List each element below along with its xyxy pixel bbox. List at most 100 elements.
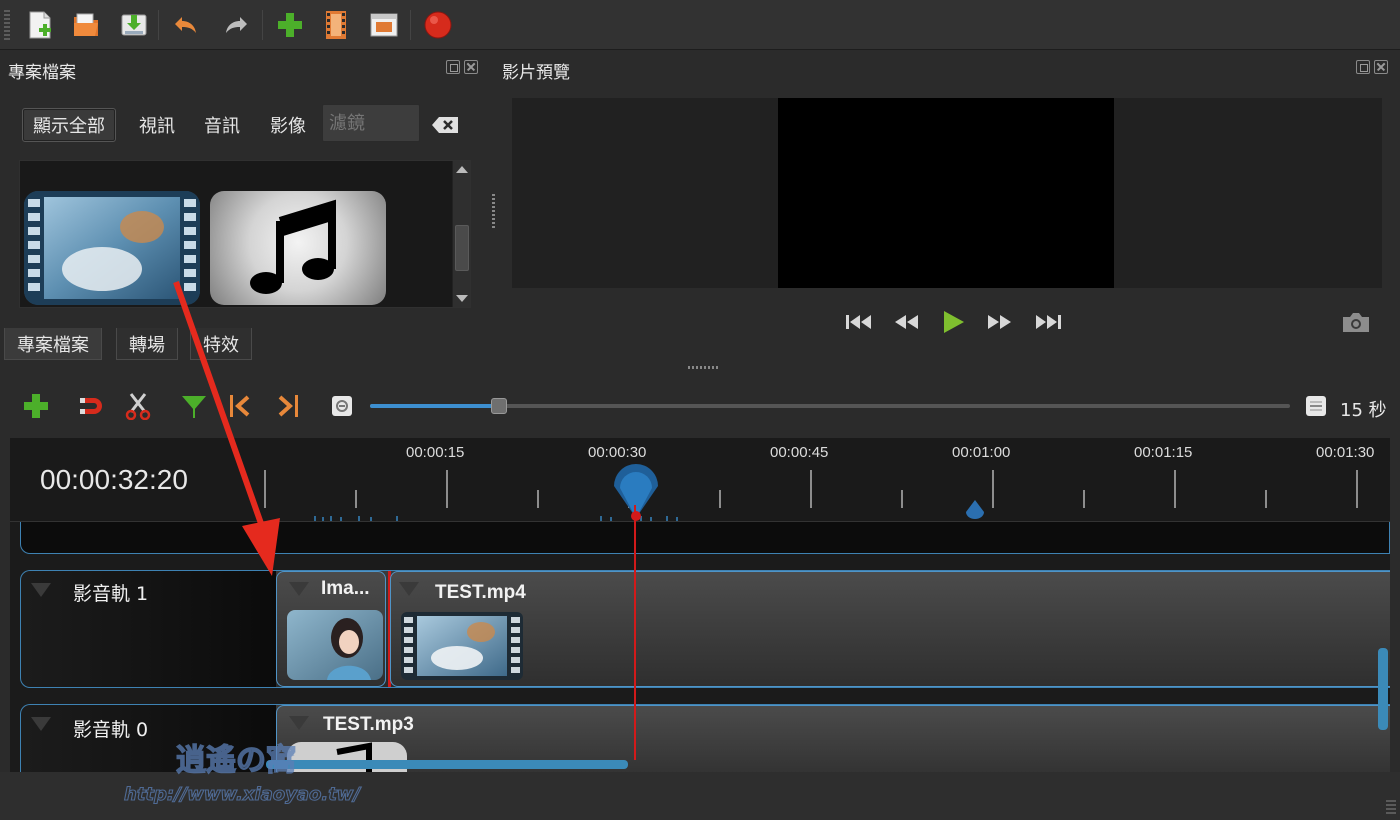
ruler-label: 00:01:15 xyxy=(1134,444,1193,461)
fullscreen-icon[interactable] xyxy=(368,9,400,41)
jump-to-start-icon[interactable] xyxy=(843,306,875,338)
ruler-tick xyxy=(992,470,994,508)
timeline-clip[interactable]: Ima... xyxy=(276,571,386,687)
toolbar-separator xyxy=(262,10,263,40)
filter-search-input[interactable] xyxy=(322,104,420,142)
video-preview-title: 影片預覽 xyxy=(502,63,570,83)
clip-menu-triangle-icon[interactable] xyxy=(289,582,309,596)
filter-video-button[interactable]: 視訊 xyxy=(129,108,185,142)
marker-icon[interactable] xyxy=(964,500,986,520)
zoom-slider-handle[interactable] xyxy=(490,398,507,414)
video-preview-area xyxy=(512,98,1382,288)
zoom-slider-track[interactable] xyxy=(370,404,1290,408)
scroll-down-arrow-icon[interactable] xyxy=(456,295,468,302)
rewind-icon[interactable] xyxy=(890,306,922,338)
previous-marker-icon[interactable] xyxy=(224,390,256,422)
ruler-tick xyxy=(1083,490,1085,508)
timeline-ruler[interactable]: 00:00:32:20 00:00:15 00:00:30 00:00:45 0… xyxy=(10,438,1390,522)
tab-effects[interactable]: 特效 xyxy=(190,328,252,360)
track-hidden-above xyxy=(20,522,1390,554)
track-menu-triangle-icon[interactable] xyxy=(31,717,51,731)
clear-filter-icon[interactable] xyxy=(430,115,460,135)
track-menu-triangle-icon[interactable] xyxy=(31,583,51,597)
import-files-icon[interactable] xyxy=(274,9,306,41)
tab-project-files[interactable]: 專案檔案 xyxy=(4,328,102,360)
ruler-tick xyxy=(901,490,903,508)
clip-thumbnail xyxy=(287,610,383,680)
preview-dock-controls xyxy=(1356,60,1388,74)
clip-thumbnail xyxy=(401,612,523,680)
add-marker-icon[interactable] xyxy=(178,390,210,422)
play-icon[interactable] xyxy=(937,306,969,338)
track-header[interactable]: 影音軌 1 xyxy=(20,570,276,688)
playhead-icon[interactable] xyxy=(610,456,662,522)
save-project-icon[interactable] xyxy=(118,9,150,41)
scroll-up-arrow-icon[interactable] xyxy=(456,166,468,173)
ruler-label: 00:01:30 xyxy=(1316,444,1375,461)
close-panel-icon[interactable] xyxy=(464,60,478,74)
project-files-list[interactable] xyxy=(19,160,471,308)
ruler-tick xyxy=(355,490,357,508)
zoom-out-icon[interactable] xyxy=(326,390,358,422)
clip-title: TEST.mp4 xyxy=(435,582,526,603)
zoom-level-label: 15 秒 xyxy=(1340,400,1387,421)
video-file-thumbnail[interactable] xyxy=(24,191,200,305)
svg-text:http://www.xiaoyao.tw/: http://www.xiaoyao.tw/ xyxy=(124,784,361,804)
clip-menu-triangle-icon[interactable] xyxy=(289,716,309,730)
filter-image-button[interactable]: 影像 xyxy=(260,108,316,142)
ruler-tick xyxy=(446,470,448,508)
new-project-icon[interactable] xyxy=(24,9,56,41)
open-project-icon[interactable] xyxy=(70,9,102,41)
audio-file-thumbnail[interactable] xyxy=(210,191,386,305)
panel-splitter-vertical[interactable] xyxy=(492,194,495,230)
timeline-clip[interactable]: TEST.mp4 xyxy=(390,571,1390,687)
clip-title: Ima... xyxy=(321,578,370,599)
toolbar-separator xyxy=(410,10,411,40)
razor-scissors-icon[interactable] xyxy=(122,390,154,422)
filter-show-all-button[interactable]: 顯示全部 xyxy=(22,108,116,142)
toolbar-separator xyxy=(158,10,159,40)
ruler-tick xyxy=(719,490,721,508)
redo-icon[interactable] xyxy=(220,9,252,41)
video-frame xyxy=(778,98,1114,288)
ruler-label: 00:01:00 xyxy=(952,444,1011,461)
fast-forward-icon[interactable] xyxy=(984,306,1016,338)
timeline[interactable]: 00:00:32:20 00:00:15 00:00:30 00:00:45 0… xyxy=(10,438,1390,772)
camera-snapshot-icon[interactable] xyxy=(1340,306,1372,338)
files-vertical-scrollbar[interactable] xyxy=(452,161,470,307)
ruler-tick xyxy=(1356,470,1358,508)
track-name: 影音軌 1 xyxy=(73,583,149,605)
svg-text:逍遙の窩: 逍遙の窩 xyxy=(176,743,296,778)
profile-icon[interactable] xyxy=(320,9,352,41)
close-panel-icon[interactable] xyxy=(1374,60,1388,74)
track-lane[interactable]: Ima... TEST.mp4 xyxy=(276,570,1390,688)
add-track-icon[interactable] xyxy=(20,390,52,422)
ruler-tick xyxy=(810,470,812,508)
ruler-label: 00:00:15 xyxy=(406,444,465,461)
timeline-vertical-scrollbar[interactable] xyxy=(1378,648,1388,730)
undo-icon[interactable] xyxy=(170,9,202,41)
zoom-in-icon[interactable] xyxy=(1300,390,1332,422)
toolbar-grip[interactable] xyxy=(4,10,10,40)
project-files-title: 專案檔案 xyxy=(8,63,76,83)
export-video-icon[interactable] xyxy=(422,9,454,41)
resize-grip-icon[interactable] xyxy=(1386,800,1396,814)
playhead-line xyxy=(634,505,636,760)
ruler-tick xyxy=(1265,490,1267,508)
filter-audio-button[interactable]: 音訊 xyxy=(194,108,250,142)
project-files-dock-controls xyxy=(446,60,478,74)
watermark-logo: 逍遙の窩 http://www.xiaoyao.tw/ xyxy=(123,742,362,804)
clip-menu-triangle-icon[interactable] xyxy=(399,582,419,596)
panel-splitter-horizontal[interactable] xyxy=(688,366,718,369)
ruler-tick xyxy=(537,490,539,508)
tab-transitions[interactable]: 轉場 xyxy=(116,328,178,360)
snapping-magnet-icon[interactable] xyxy=(76,390,108,422)
ruler-tick xyxy=(1174,470,1176,508)
float-panel-icon[interactable] xyxy=(446,60,460,74)
scrollbar-thumb[interactable] xyxy=(455,225,469,271)
current-timecode: 00:00:32:20 xyxy=(40,464,188,495)
float-panel-icon[interactable] xyxy=(1356,60,1370,74)
jump-to-end-icon[interactable] xyxy=(1032,306,1064,338)
next-marker-icon[interactable] xyxy=(272,390,304,422)
ruler-label: 00:00:45 xyxy=(770,444,829,461)
